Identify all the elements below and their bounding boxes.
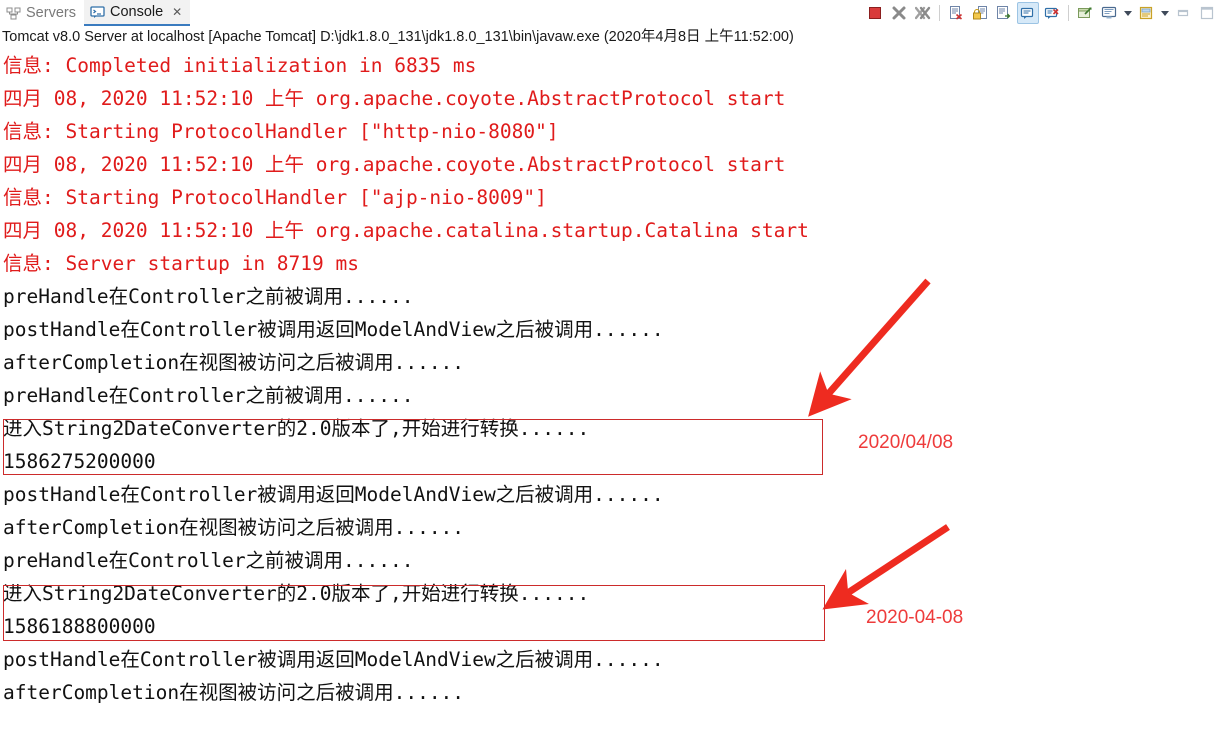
console-line: 1586188800000: [3, 615, 156, 638]
clear-console-icon: [950, 6, 963, 20]
remove-x-icon: [892, 6, 906, 20]
open-console-button[interactable]: [1135, 2, 1157, 24]
show-console-error-icon: [1044, 7, 1059, 19]
open-console-dropdown[interactable]: [1159, 2, 1170, 24]
console-line: 四月 08, 2020 11:52:10 上午 org.apache.catal…: [3, 219, 809, 242]
pin-console-button[interactable]: [1074, 2, 1096, 24]
console-line: 进入String2DateConverter的2.0版本了,开始进行转换....…: [3, 582, 590, 605]
remove-all-terminated-button[interactable]: [912, 2, 934, 24]
console-line: 四月 08, 2020 11:52:10 上午 org.apache.coyot…: [3, 87, 786, 110]
remove-launch-button[interactable]: [888, 2, 910, 24]
console-output-area[interactable]: Tomcat v8.0 Server at localhost [Apache …: [0, 26, 1220, 743]
show-console-icon: [1020, 7, 1034, 19]
process-header-line: Tomcat v8.0 Server at localhost [Apache …: [2, 29, 794, 45]
tab-console[interactable]: Console ✕: [83, 0, 191, 26]
console-line: 四月 08, 2020 11:52:10 上午 org.apache.coyot…: [3, 153, 786, 176]
console-line: 进入String2DateConverter的2.0版本了,开始进行转换....…: [3, 417, 590, 440]
console-line: postHandle在Controller被调用返回ModelAndView之后…: [3, 648, 664, 671]
console-line: 1586275200000: [3, 450, 156, 473]
servers-icon: [6, 6, 21, 21]
console-line: preHandle在Controller之前被调用......: [3, 285, 414, 308]
tab-console-label: Console: [109, 4, 164, 20]
console-line: preHandle在Controller之前被调用......: [3, 549, 414, 572]
stop-square-icon: [869, 7, 881, 19]
word-wrap-icon: [997, 6, 1011, 19]
tab-list: Servers Console ✕: [0, 0, 191, 26]
tab-close-icon[interactable]: ✕: [172, 6, 182, 18]
console-line: postHandle在Controller被调用返回ModelAndView之后…: [3, 483, 664, 506]
remove-all-xx-icon: [915, 6, 931, 20]
console-line: postHandle在Controller被调用返回ModelAndView之后…: [3, 318, 664, 341]
tab-servers[interactable]: Servers: [0, 0, 84, 26]
chevron-down-icon: [1160, 10, 1169, 16]
maximize-icon: [1200, 6, 1214, 20]
console-line: 信息: Completed initialization in 6835 ms: [3, 54, 477, 77]
minimize-view-button[interactable]: [1172, 2, 1194, 24]
console-line: afterCompletion在视图被访问之后被调用......: [3, 351, 465, 374]
console-log: 信息: Completed initialization in 6835 ms 四…: [0, 47, 1220, 709]
chevron-down-icon: [1123, 10, 1132, 16]
tab-servers-label: Servers: [26, 5, 76, 21]
console-line: 信息: Server startup in 8719 ms: [3, 252, 359, 275]
show-console-on-output-button[interactable]: [1017, 2, 1039, 24]
toolbar-separator: [1068, 5, 1069, 21]
maximize-view-button[interactable]: [1196, 2, 1218, 24]
view-tab-bar: Servers Console ✕: [0, 0, 1220, 26]
display-selected-console-button[interactable]: [1098, 2, 1120, 24]
console-icon: [90, 5, 105, 20]
console-toolbar: [864, 1, 1220, 25]
toolbar-separator: [939, 5, 940, 21]
display-selected-console-dropdown[interactable]: [1122, 2, 1133, 24]
console-line: afterCompletion在视图被访问之后被调用......: [3, 681, 465, 704]
console-line: afterCompletion在视图被访问之后被调用......: [3, 516, 465, 539]
show-console-on-error-button[interactable]: [1041, 2, 1063, 24]
word-wrap-button[interactable]: [993, 2, 1015, 24]
open-console-icon: [1139, 6, 1153, 20]
display-console-icon: [1101, 6, 1117, 19]
clear-console-button[interactable]: [945, 2, 967, 24]
pin-console-icon: [1078, 7, 1092, 18]
console-line: preHandle在Controller之前被调用......: [3, 384, 414, 407]
lock-icon: [973, 6, 987, 20]
console-line: 信息: Starting ProtocolHandler ["ajp-nio-8…: [3, 186, 547, 209]
console-line: 信息: Starting ProtocolHandler ["http-nio-…: [3, 120, 559, 143]
terminate-button[interactable]: [864, 2, 886, 24]
scroll-lock-button[interactable]: [969, 2, 991, 24]
minimize-icon: [1177, 9, 1189, 17]
eclipse-console-view: Servers Console ✕ Tomcat v8.0 Server at …: [0, 0, 1220, 743]
